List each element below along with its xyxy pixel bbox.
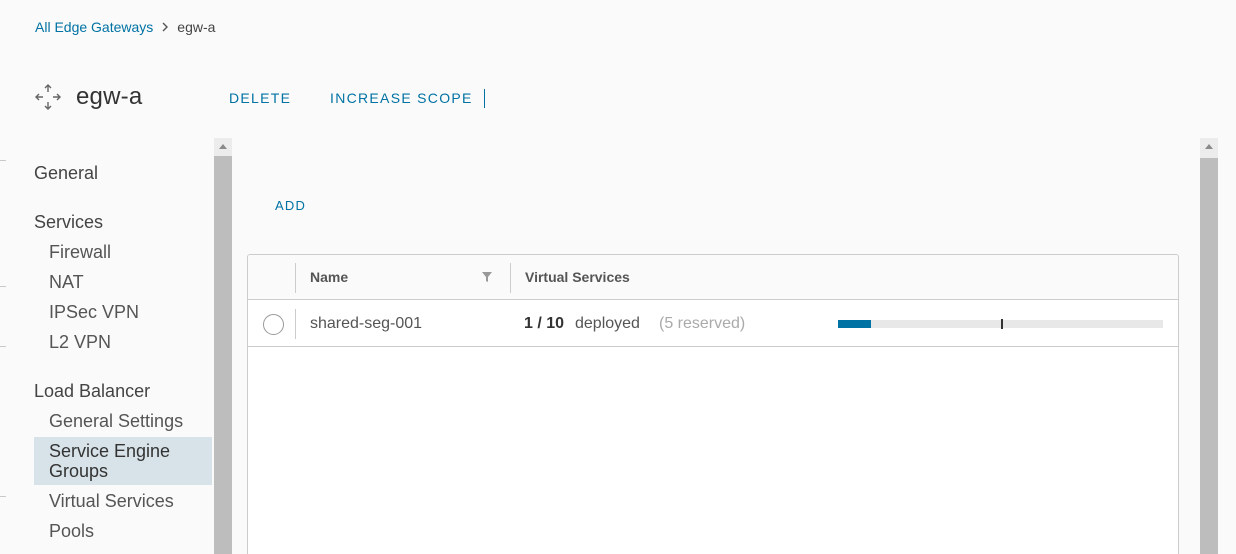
progress-reserved-marker: [1001, 319, 1003, 329]
sidebar-section-services: Services: [34, 212, 104, 232]
sidebar-scrollbar-thumb[interactable]: [214, 156, 232, 554]
grid-header: Name Virtual Services: [248, 255, 1178, 300]
main-content: ADD Name Virtual Services shared-seg-001…: [232, 138, 1200, 554]
sidebar-item-firewall[interactable]: Firewall: [34, 242, 212, 262]
scroll-up-arrow-icon[interactable]: [1205, 144, 1213, 149]
progress-fill-deployed: [838, 320, 871, 328]
add-button[interactable]: ADD: [275, 198, 306, 213]
sidebar-nav: General Services Firewall NAT IPSec VPN …: [0, 138, 214, 554]
breadcrumb: All Edge Gateways egw-a: [35, 19, 215, 35]
scroll-up-arrow-icon[interactable]: [219, 144, 227, 149]
column-header-name[interactable]: Name: [310, 269, 348, 285]
increase-scope-button[interactable]: INCREASE SCOPE: [330, 90, 473, 106]
column-header-virtual-services[interactable]: Virtual Services: [525, 269, 630, 285]
virtual-services-reserved: (5 reserved): [659, 315, 746, 332]
delete-button[interactable]: DELETE: [229, 90, 291, 106]
column-separator[interactable]: [510, 263, 511, 293]
sidebar-item-general-settings[interactable]: General Settings: [34, 411, 212, 431]
sidebar-item-ipsec-vpn[interactable]: IPSec VPN: [34, 302, 212, 322]
service-engine-groups-grid: Name Virtual Services shared-seg-001 1 /…: [247, 254, 1179, 554]
page-title: egw-a: [76, 83, 143, 110]
page: All Edge Gateways egw-a egw-a DELETE INC…: [0, 0, 1236, 554]
row-name: shared-seg-001: [310, 315, 423, 332]
sidebar-item-l2-vpn[interactable]: L2 VPN: [34, 332, 212, 352]
column-separator: [295, 263, 296, 293]
column-separator: [295, 309, 296, 339]
content-scrollbar[interactable]: [1200, 138, 1218, 554]
breadcrumb-all-edge-gateways[interactable]: All Edge Gateways: [35, 19, 153, 35]
sidebar-item-general[interactable]: General: [34, 163, 98, 184]
virtual-services-status: deployed: [575, 315, 640, 332]
edge-gateway-icon: [35, 84, 61, 110]
row-select-radio[interactable]: [263, 314, 284, 335]
content-scrollbar-thumb[interactable]: [1200, 158, 1218, 554]
chevron-right-icon: [161, 22, 169, 32]
sidebar-item-nat[interactable]: NAT: [34, 272, 212, 292]
page-title-row: egw-a: [34, 82, 142, 112]
sidebar-section-load-balancer: Load Balancer: [34, 381, 151, 401]
table-row[interactable]: shared-seg-001 1 / 10 deployed (5 reserv…: [248, 301, 1178, 347]
virtual-services-count: 1 / 10: [524, 315, 565, 332]
breadcrumb-current: egw-a: [177, 19, 216, 35]
sidebar-scrollbar[interactable]: [214, 138, 232, 554]
sidebar-item-pools[interactable]: Pools: [34, 521, 212, 541]
sidebar-item-service-engine-groups[interactable]: Service Engine Groups: [34, 437, 212, 485]
text-cursor: [484, 89, 485, 108]
filter-icon[interactable]: [481, 271, 493, 283]
virtual-services-progress-bar: [838, 319, 1163, 329]
sidebar-item-virtual-services[interactable]: Virtual Services: [34, 491, 212, 511]
